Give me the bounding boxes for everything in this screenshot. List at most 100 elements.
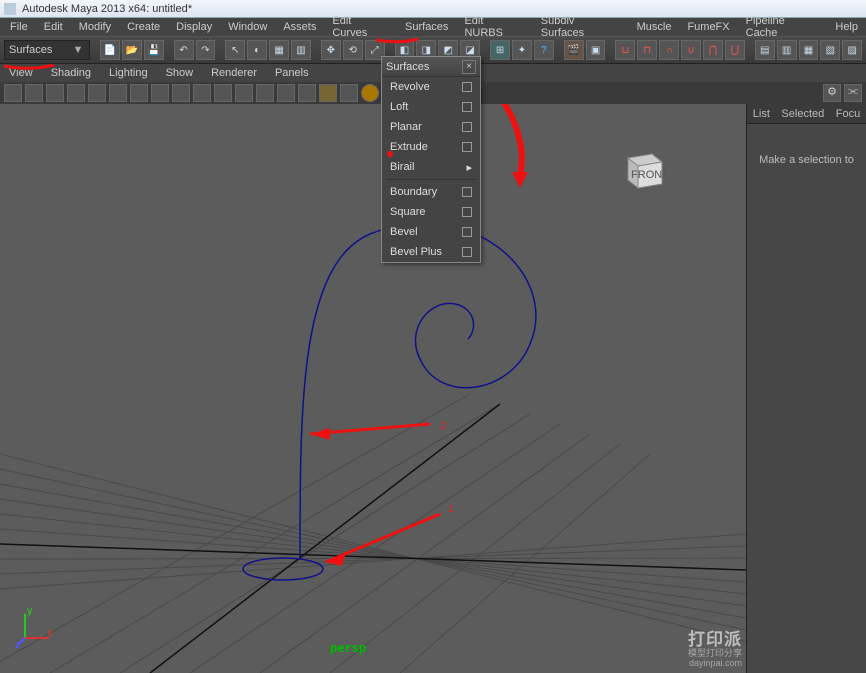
close-icon[interactable]: × [462, 60, 476, 74]
panel-show[interactable]: Show [157, 67, 203, 79]
tool-icon[interactable]: ↷ [196, 40, 216, 60]
tool-icon[interactable]: 📂 [122, 40, 142, 60]
menu-assets[interactable]: Assets [275, 21, 324, 33]
window-title: Autodesk Maya 2013 x64: untitled* [22, 3, 192, 15]
menu-muscle[interactable]: Muscle [629, 21, 680, 33]
menu-item-birail[interactable]: Birail▸ [382, 157, 480, 177]
option-box-icon[interactable] [462, 82, 472, 92]
tab-focus[interactable]: Focu [836, 108, 860, 120]
tool-icon[interactable]: ▦ [269, 40, 289, 60]
panel-renderer[interactable]: Renderer [202, 67, 266, 79]
viewcube[interactable]: FRONT [618, 144, 666, 192]
tool-icon[interactable]: ▥ [777, 40, 797, 60]
menu-edit[interactable]: Edit [36, 21, 71, 33]
option-box-icon[interactable] [462, 142, 472, 152]
shelf-icon[interactable] [361, 84, 379, 102]
select-tool-icon[interactable]: ↖ [225, 40, 245, 60]
dropdown-icon: ▼ [71, 44, 85, 56]
svg-text:y: y [27, 608, 33, 617]
option-box-icon[interactable] [462, 187, 472, 197]
surfaces-menu-title[interactable]: Surfaces × [382, 57, 480, 77]
option-box-icon[interactable] [462, 227, 472, 237]
magnet-icon[interactable]: ⊓ [637, 40, 657, 60]
submenu-arrow-icon: ▸ [466, 161, 472, 174]
shelf-icon[interactable] [256, 84, 274, 102]
tool-icon[interactable]: ▤ [755, 40, 775, 60]
menu-item-revolve[interactable]: Revolve [382, 77, 480, 97]
menu-edit-nurbs[interactable]: Edit NURBS [456, 15, 532, 39]
shelf-icon[interactable] [25, 84, 43, 102]
shelf-icon[interactable] [235, 84, 253, 102]
magnet-icon[interactable]: ∪ [681, 40, 701, 60]
menu-surfaces[interactable]: Surfaces [397, 21, 456, 33]
option-box-icon[interactable] [462, 102, 472, 112]
tool-icon[interactable]: 💾 [144, 40, 164, 60]
menu-create[interactable]: Create [119, 21, 168, 33]
viewport-3d[interactable]: FRONT y x z persp 2 1 [0, 104, 746, 673]
tool-icon[interactable]: ↶ [174, 40, 194, 60]
menu-edit-curves[interactable]: Edit Curves [324, 15, 397, 39]
option-box-icon[interactable] [462, 122, 472, 132]
shelf-icon[interactable] [109, 84, 127, 102]
menu-window[interactable]: Window [220, 21, 275, 33]
menu-item-bevel[interactable]: Bevel [382, 222, 480, 242]
help-icon[interactable]: ? [534, 40, 554, 60]
tab-selected[interactable]: Selected [781, 108, 824, 120]
tab-list[interactable]: List [753, 108, 770, 120]
shelf-icon[interactable] [46, 84, 64, 102]
magnet-icon[interactable]: ⋂ [703, 40, 723, 60]
menu-item-bevel-plus[interactable]: Bevel Plus [382, 242, 480, 262]
shelf-icon[interactable] [4, 84, 22, 102]
magnet-icon[interactable]: ⊔ [615, 40, 635, 60]
snap-icon[interactable]: ⊞ [490, 40, 510, 60]
tool-icon[interactable]: ▧ [820, 40, 840, 60]
shelf-icon[interactable] [340, 84, 358, 102]
menu-item-boundary[interactable]: Boundary [382, 182, 480, 202]
move-tool-icon[interactable]: ✥ [321, 40, 341, 60]
tool-icon[interactable]: ▦ [799, 40, 819, 60]
tool-icon[interactable]: ▣ [586, 40, 606, 60]
shelf-icon[interactable] [277, 84, 295, 102]
menu-item-extrude[interactable]: Extrude [382, 137, 480, 157]
mode-selector[interactable]: Surfaces ▼ [4, 40, 90, 60]
share-icon[interactable]: ⫘ [844, 84, 862, 102]
shelf-icon[interactable] [193, 84, 211, 102]
menu-display[interactable]: Display [168, 21, 220, 33]
shelf-icon[interactable] [172, 84, 190, 102]
shelf-icon[interactable] [319, 84, 337, 102]
lasso-tool-icon[interactable]: ◐ [247, 40, 267, 60]
tool-icon[interactable]: ▥ [291, 40, 311, 60]
panel-lighting[interactable]: Lighting [100, 67, 157, 79]
titlebar: Autodesk Maya 2013 x64: untitled* [0, 0, 866, 18]
attribute-tabs: List Selected Focu [747, 104, 866, 124]
menu-item-loft[interactable]: Loft [382, 97, 480, 117]
menu-item-planar[interactable]: Planar [382, 117, 480, 137]
render-icon[interactable]: 🎬 [564, 40, 584, 60]
menu-item-square[interactable]: Square [382, 202, 480, 222]
shelf-icon[interactable] [214, 84, 232, 102]
tool-icon[interactable]: 📄 [100, 40, 120, 60]
option-box-icon[interactable] [462, 207, 472, 217]
rotate-tool-icon[interactable]: ⟲ [343, 40, 363, 60]
panel-panels[interactable]: Panels [266, 67, 318, 79]
shelf-icon[interactable] [151, 84, 169, 102]
menu-subdiv[interactable]: Subdiv Surfaces [533, 15, 629, 39]
shelf-icon[interactable] [298, 84, 316, 102]
menu-modify[interactable]: Modify [71, 21, 119, 33]
menu-fumefx[interactable]: FumeFX [679, 21, 737, 33]
watermark-sub: 模型打印分享 dayinpai.com [688, 649, 742, 669]
shelf-icon[interactable] [88, 84, 106, 102]
tool-icon[interactable]: ✦ [512, 40, 532, 60]
magnet-icon[interactable]: ∩ [659, 40, 679, 60]
menu-pipeline-cache[interactable]: Pipeline Cache [738, 15, 828, 39]
option-box-icon[interactable] [462, 247, 472, 257]
tool-icon[interactable]: ▨ [842, 40, 862, 60]
gear-icon[interactable]: ⚙ [823, 84, 841, 102]
menu-file[interactable]: File [2, 21, 36, 33]
shelf-icon[interactable] [67, 84, 85, 102]
panel-shading[interactable]: Shading [42, 67, 100, 79]
shelf-icon[interactable] [130, 84, 148, 102]
panel-view[interactable]: View [0, 67, 42, 79]
magnet-icon[interactable]: ⋃ [725, 40, 745, 60]
menu-help[interactable]: Help [827, 21, 866, 33]
